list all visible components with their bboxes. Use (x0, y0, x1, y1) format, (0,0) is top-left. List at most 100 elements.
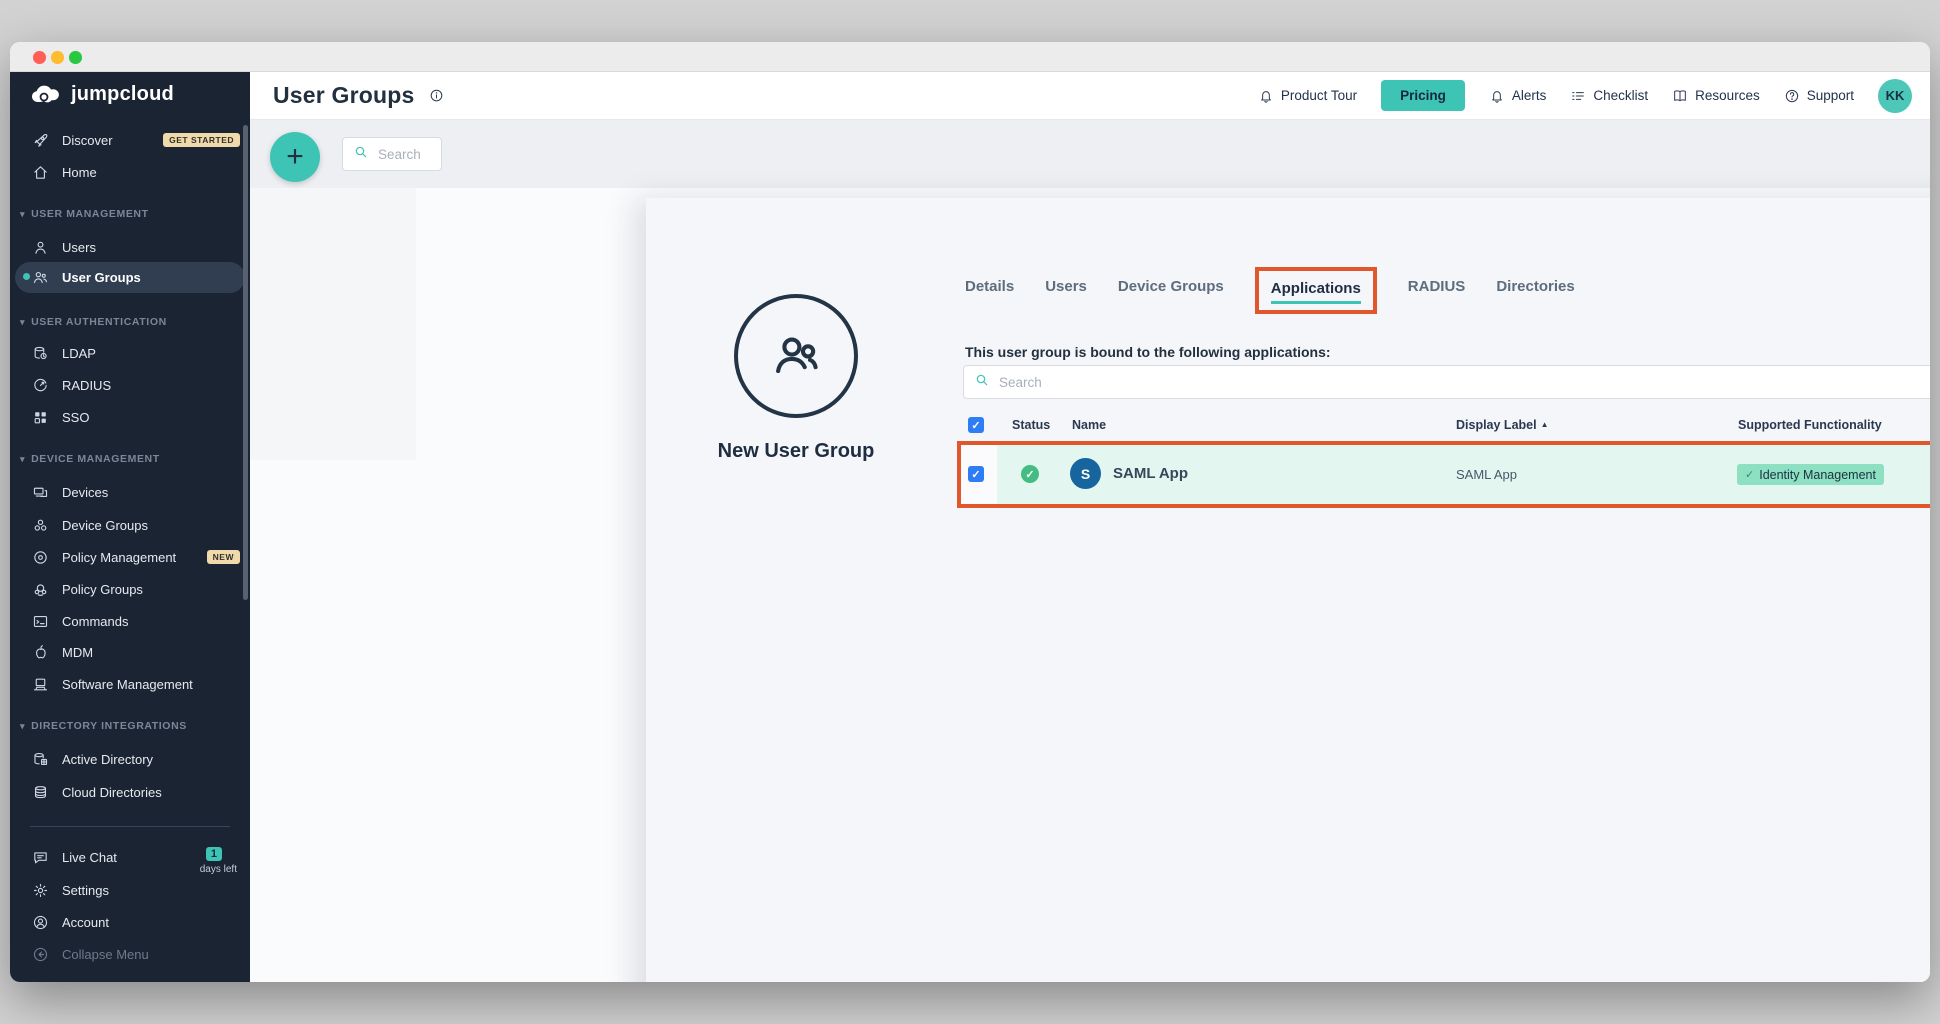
sidebar-item-label: Device Groups (62, 518, 148, 533)
sidebar-item-devices[interactable]: Devices (32, 479, 240, 505)
status-active-icon: ✓ (1021, 465, 1039, 483)
badge-label: Identity Management (1759, 468, 1876, 482)
section-title: DEVICE MANAGEMENT (31, 453, 160, 465)
sidebar-item-label: LDAP (62, 346, 96, 361)
sidebar-item-sso[interactable]: SSO (32, 404, 240, 430)
sidebar-item-label: Discover (62, 133, 113, 148)
check-icon: ✓ (1745, 468, 1754, 481)
sidebar-item-user-groups[interactable]: User Groups (32, 264, 240, 290)
sidebar-item-label: Users (62, 240, 96, 255)
info-icon[interactable] (429, 88, 444, 103)
applications-search[interactable] (963, 365, 1930, 399)
sidebar-item-label: Cloud Directories (62, 785, 162, 800)
collapse-arrow-icon (32, 946, 49, 963)
bell-icon (1258, 88, 1274, 104)
sidebar-item-commands[interactable]: Commands (32, 608, 240, 634)
user-group-icon (767, 327, 825, 385)
group-list-search[interactable]: Search (342, 137, 442, 171)
sidebar-section-user-management[interactable]: ▾ USER MANAGEMENT (20, 203, 240, 225)
sidebar-item-label: Settings (62, 883, 109, 898)
support-label: Support (1807, 88, 1854, 103)
cloud-logo-icon (30, 84, 64, 106)
question-circle-icon (1784, 88, 1800, 104)
tab-radius[interactable]: RADIUS (1408, 278, 1466, 302)
column-header-name[interactable]: Name (1072, 418, 1106, 432)
select-all-checkbox[interactable]: ✓ (968, 417, 984, 433)
sidebar-item-label: Policy Management (62, 550, 176, 565)
sidebar-item-collapse-menu[interactable]: Collapse Menu (32, 941, 240, 967)
trial-days-count: 1 (206, 847, 222, 861)
search-input[interactable] (999, 375, 1930, 390)
book-icon (1672, 88, 1688, 104)
sidebar-scrollbar[interactable] (243, 125, 248, 600)
device-groups-icon (32, 517, 49, 534)
sidebar-item-cloud-directories[interactable]: Cloud Directories (32, 779, 240, 805)
sidebar-item-active-directory[interactable]: Active Directory (32, 746, 240, 772)
home-icon (32, 164, 49, 181)
app-body: jumpcloud Discover GET STARTED Home (10, 72, 1930, 982)
user-group-avatar (734, 294, 858, 418)
tab-directories[interactable]: Directories (1496, 278, 1574, 302)
sidebar-item-account[interactable]: Account (32, 909, 240, 935)
chevron-down-icon: ▾ (20, 454, 25, 465)
sidebar-item-ldap[interactable]: LDAP (32, 340, 240, 366)
sidebar-section-user-authentication[interactable]: ▾ USER AUTHENTICATION (20, 311, 240, 333)
product-tour-button[interactable]: Product Tour (1258, 88, 1357, 104)
logo-text: jumpcloud (71, 83, 174, 106)
main-area: User Groups Product Tour Pricing (250, 72, 1930, 982)
sidebar-section-directory-integrations[interactable]: ▾ DIRECTORY INTEGRATIONS (20, 715, 240, 737)
alert-bell-icon (1489, 88, 1505, 104)
tab-device-groups[interactable]: Device Groups (1118, 278, 1224, 302)
minimize-window-button[interactable] (51, 51, 64, 64)
column-header-display-label[interactable]: Display Label▲ (1456, 418, 1549, 432)
sidebar-item-home[interactable]: Home (32, 159, 240, 185)
sidebar-item-software-management[interactable]: Software Management (32, 671, 240, 697)
sidebar-item-settings[interactable]: Settings (32, 877, 240, 903)
tab-details[interactable]: Details (965, 278, 1014, 302)
page-title: User Groups (273, 82, 415, 109)
checklist-icon (1570, 88, 1586, 104)
user-avatar[interactable]: KK (1878, 79, 1912, 113)
app-display-label: SAML App (1456, 467, 1517, 482)
sidebar-item-label: Account (62, 915, 109, 930)
new-badge: NEW (207, 550, 240, 564)
sidebar-item-device-groups[interactable]: Device Groups (32, 512, 240, 538)
chevron-down-icon: ▾ (20, 317, 25, 328)
list-background (250, 188, 416, 460)
pricing-button[interactable]: Pricing (1381, 80, 1465, 111)
desktop: jumpcloud Discover GET STARTED Home (0, 0, 1940, 1024)
sidebar-item-radius[interactable]: RADIUS (32, 372, 240, 398)
tab-applications[interactable]: Applications (1255, 267, 1377, 314)
add-user-group-button[interactable]: + (270, 132, 320, 182)
policy-target-icon (32, 549, 49, 566)
resources-button[interactable]: Resources (1672, 88, 1760, 104)
sidebar-item-policy-groups[interactable]: Policy Groups (32, 576, 240, 602)
column-header-functionality[interactable]: Supported Functionality (1738, 418, 1882, 432)
chevron-down-icon: ▾ (20, 721, 25, 732)
get-started-badge: GET STARTED (163, 133, 240, 147)
active-directory-icon (32, 751, 49, 768)
sidebar-item-discover[interactable]: Discover GET STARTED (32, 127, 240, 153)
maximize-window-button[interactable] (69, 51, 82, 64)
search-placeholder: Search (378, 147, 421, 162)
account-circle-icon (32, 914, 49, 931)
jumpcloud-logo[interactable]: jumpcloud (30, 83, 174, 106)
header-actions: Product Tour Pricing Alerts (1258, 79, 1930, 113)
main-header: User Groups Product Tour Pricing (250, 72, 1930, 120)
sidebar-section-device-management[interactable]: ▾ DEVICE MANAGEMENT (20, 448, 240, 470)
sidebar-item-label: Policy Groups (62, 582, 143, 597)
close-window-button[interactable] (33, 51, 46, 64)
alerts-button[interactable]: Alerts (1489, 88, 1547, 104)
row-checkbox[interactable]: ✓ (968, 466, 984, 482)
sidebar-item-label: Collapse Menu (62, 947, 149, 962)
sidebar-item-users[interactable]: Users (32, 234, 240, 260)
product-tour-label: Product Tour (1281, 88, 1357, 103)
column-header-status[interactable]: Status (1012, 418, 1050, 432)
tab-users[interactable]: Users (1045, 278, 1087, 302)
support-button[interactable]: Support (1784, 88, 1854, 104)
sidebar-item-mdm[interactable]: MDM (32, 639, 240, 665)
policy-groups-icon (32, 581, 49, 598)
checklist-button[interactable]: Checklist (1570, 88, 1648, 104)
sidebar-item-policy-management[interactable]: Policy Management NEW (32, 544, 240, 570)
bound-applications-text: This user group is bound to the followin… (965, 344, 1331, 360)
